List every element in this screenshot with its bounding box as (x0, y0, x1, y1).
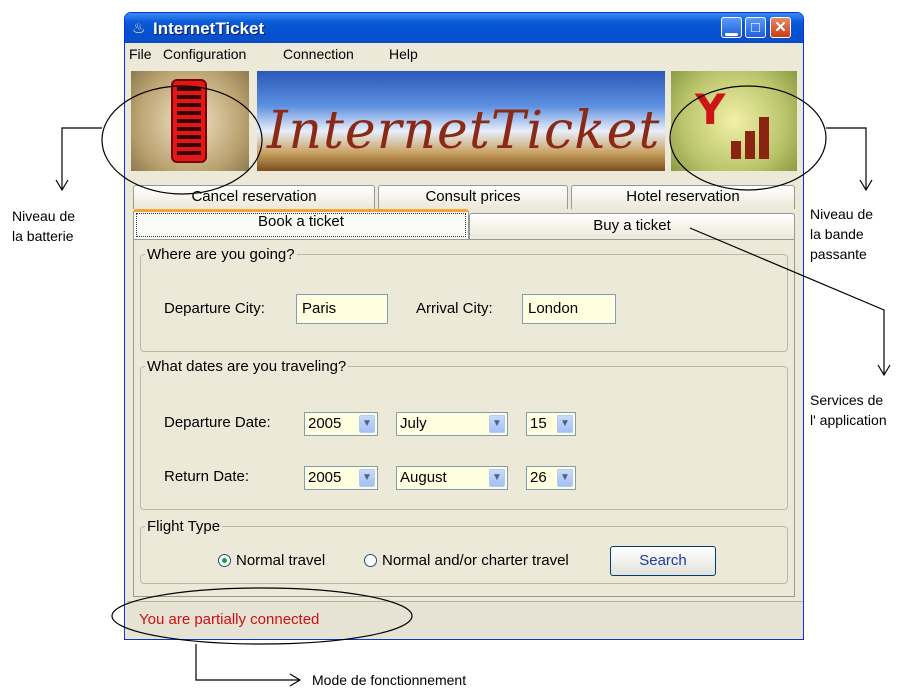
battery-annotation-line: la batterie (12, 228, 74, 244)
battery-callout-ellipse (101, 85, 263, 195)
battery-annotation: Niveau de la batterie (12, 206, 75, 246)
bandwidth-annotation-line: la bande (810, 226, 864, 242)
status-callout-ellipse (111, 587, 413, 645)
bandwidth-annotation-line: Niveau de (810, 206, 874, 222)
services-annotation-line: l' application (810, 412, 887, 428)
bandwidth-annotation-line: passante (810, 246, 867, 262)
services-annotation: Services de l' application (810, 390, 887, 430)
bandwidth-annotation: Niveau de la bande passante (810, 204, 873, 264)
services-annotation-line: Services de (810, 392, 884, 408)
battery-annotation-line: Niveau de (12, 208, 76, 224)
mode-annotation: Mode de fonctionnement (312, 672, 467, 688)
bandwidth-callout-ellipse (669, 85, 827, 191)
mode-arrow (195, 644, 300, 681)
annotation-overlay (55, 85, 891, 687)
